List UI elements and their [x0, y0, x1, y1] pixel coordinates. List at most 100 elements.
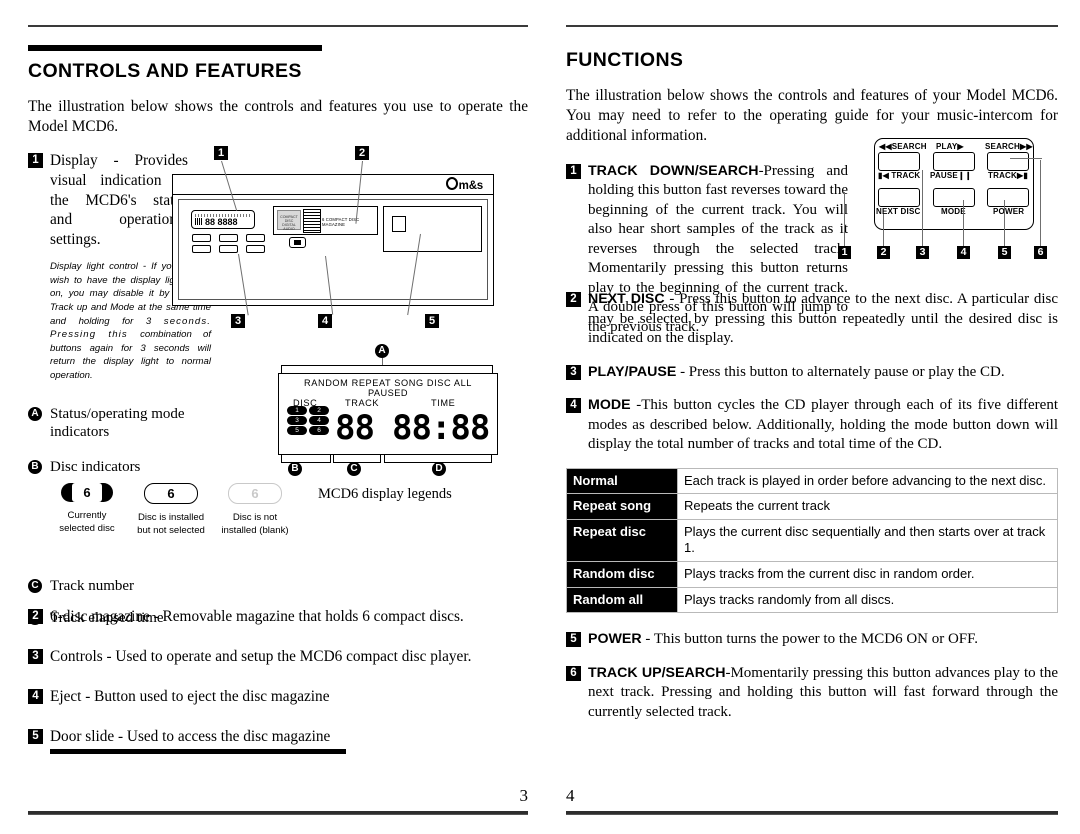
mcd6-control-panel-illustration: ◀◀SEARCH ▮◀ TRACK PLAY▶ PAUSE❙❙ SEARCH▶▶… — [874, 138, 1034, 230]
panel-callout-4: 4 — [957, 246, 970, 259]
table-row: Normal Each track is played in order bef… — [566, 467, 1058, 495]
disc-pill-number-selected: 6 — [72, 482, 102, 502]
legend-row-c: C Track number — [28, 577, 528, 596]
panel-label-track-fwd: TRACK▶▮ — [988, 171, 1028, 180]
function-item-play-pause: 3 PLAY/PAUSE - Press this button to alte… — [566, 363, 1058, 383]
disc-indicator-3: 3 — [287, 416, 307, 425]
panel-leader-2 — [883, 214, 884, 246]
device-button-1[interactable] — [192, 234, 211, 242]
table-row: Random disc Plays tracks from the curren… — [566, 561, 1058, 588]
device-callout-5: 5 — [425, 314, 439, 328]
device-button-3[interactable] — [246, 234, 265, 242]
power-button[interactable] — [987, 188, 1029, 207]
leader-line-a — [382, 358, 383, 365]
disc-indicator-2: 2 — [309, 406, 329, 415]
track-down-search-button[interactable] — [878, 152, 920, 171]
badge-2-right: 2 — [566, 292, 581, 307]
page-title-functions: FUNCTIONS — [566, 49, 684, 71]
disc-indicator-4: 4 — [309, 416, 329, 425]
badge-4-right: 4 — [566, 398, 581, 413]
next-disc-button[interactable] — [878, 188, 920, 207]
modes-table: Normal Each track is played in order bef… — [566, 467, 1058, 614]
display-mark-d: D — [432, 462, 446, 476]
list-item-door-slide: 5 Door slide - Used to access the disc m… — [28, 727, 528, 747]
mode-button[interactable] — [933, 188, 975, 207]
play-pause-button[interactable] — [933, 152, 975, 171]
panel-label-search-fwd: SEARCH▶▶ — [985, 142, 1033, 151]
device-button-row-top — [192, 234, 265, 242]
list-item-controls: 3 Controls - Used to operate and setup t… — [28, 647, 528, 667]
table-row: Repeat song Repeats the current track — [566, 493, 1058, 520]
device-button-2[interactable] — [219, 234, 238, 242]
panel-callout-6: 6 — [1034, 246, 1047, 259]
function-label-power: POWER — [588, 631, 642, 648]
panel-leader-3 — [922, 170, 923, 246]
badge-5-right: 5 — [566, 632, 581, 648]
function-label-track-up: TRACK UP/SEARCH — [588, 664, 726, 681]
disc-pill-blank-icon: 6 — [228, 482, 282, 504]
device-callout-1: 1 — [214, 146, 228, 160]
intro-paragraph-right: The illustration below shows the control… — [566, 87, 1058, 144]
device-button-5[interactable] — [219, 245, 238, 253]
display-time-label: TIME — [431, 398, 456, 408]
door-slide-handle[interactable] — [392, 216, 406, 232]
lcd-disc-bars-icon — [195, 218, 203, 225]
list-item-controls-text: Controls - Used to operate and setup the… — [50, 647, 472, 665]
magazine-slots-icon — [303, 209, 321, 233]
panel-leader-5 — [1004, 200, 1005, 246]
badge-5-left: 5 — [28, 728, 43, 744]
intro-paragraph-left: The illustration below shows the control… — [28, 98, 528, 135]
device-button-4[interactable] — [192, 245, 211, 253]
function-label-mode: MODE — [588, 397, 631, 413]
list-item-magazine-text: 6-disc magazine - Removable magazine tha… — [50, 608, 464, 625]
magazine-disc-logo-icon: COMPACT DISC DIGITAL AUDIO — [277, 210, 301, 231]
function-label-play-pause: PLAY/PAUSE — [588, 363, 677, 380]
disc-indicator-swatches: 6 Currently selected disc 6 Disc is inst… — [50, 482, 300, 559]
magazine-label: 6 COMPACT DISC MAGAZINE — [322, 217, 360, 227]
display-paused-indicator: PAUSED — [367, 388, 409, 398]
prev-track-icon: ▮◀ — [878, 171, 889, 180]
function-item-mode: 4 MODE -This button cycles the CD player… — [566, 396, 1058, 455]
device-chassis: m&s 88 8888 COMPACT DISC DIGITAL AUDIO 6… — [172, 174, 494, 306]
list-item-door-slide-text: Door slide - Used to access the disc mag… — [50, 727, 331, 745]
function-item-power-text: POWER - This button turns the power to t… — [588, 630, 1058, 650]
device-button-row-bottom — [192, 245, 265, 253]
table-row: Random all Plays tracks randomly from al… — [566, 586, 1058, 614]
disc-pill-selected-icon: 6 — [61, 482, 113, 502]
swatch-caption-installed: Disc is installed but not selected — [137, 511, 205, 536]
panel-callout-3: 3 — [916, 246, 929, 259]
function-item-next-disc-text: NEXT DISC - Press this button to advance… — [588, 290, 1058, 349]
bracket-track-number — [333, 454, 381, 463]
swatch-installed-disc: 6 Disc is installed but not selected — [134, 482, 208, 538]
panel-callout-1: 1 — [838, 246, 851, 259]
bracket-disc-indicators — [281, 454, 331, 463]
track-up-search-button[interactable] — [987, 152, 1029, 171]
footer-accent-bar-left — [50, 748, 346, 754]
function-item-play-pause-text: PLAY/PAUSE - Press this button to altern… — [588, 363, 1058, 383]
legend-mark-b: B — [28, 460, 42, 475]
legend-label-a: Status/operating mode indicators — [50, 405, 185, 441]
mcd6-display-legend-graphic: RANDOM REPEAT SONG DISC ALL PAUSED DISC … — [278, 373, 498, 455]
device-button-6[interactable] — [246, 245, 265, 253]
device-door-slide[interactable] — [383, 206, 482, 252]
swatch-caption-blank: Disc is not installed (blank) — [221, 511, 289, 536]
panel-label-pause: PAUSE❙❙ — [930, 171, 972, 180]
badge-1-right: 1 — [566, 163, 581, 179]
right-page: FUNCTIONS The illustration below shows t… — [566, 0, 1058, 834]
badge-4-left: 4 — [28, 688, 43, 704]
mode-name-normal: Normal — [566, 467, 678, 495]
panel-leader-6 — [1040, 160, 1041, 246]
page-number-left: 3 — [519, 786, 529, 805]
panel-leader-4 — [963, 200, 964, 246]
eject-icon — [294, 240, 301, 245]
badge-6-right: 6 — [566, 665, 581, 681]
panel-label-power: POWER — [993, 207, 1025, 216]
list-item-eject: 4 Eject - Button used to eject the disc … — [28, 687, 528, 707]
legend-mark-c: C — [28, 578, 42, 593]
page-title-controls-and-features: CONTROLS AND FEATURES — [28, 60, 302, 82]
display-mark-a: A — [375, 344, 389, 358]
list-item-eject-text: Eject - Button used to eject the disc ma… — [50, 687, 330, 705]
device-callout-3: 3 — [231, 314, 245, 328]
display-track-label: TRACK — [345, 398, 380, 408]
eject-button[interactable] — [289, 237, 306, 248]
